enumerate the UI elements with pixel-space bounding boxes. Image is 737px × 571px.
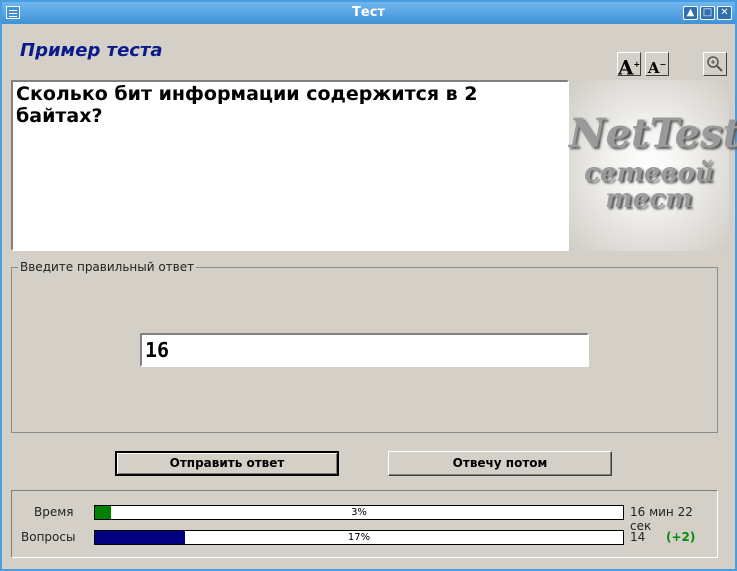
question-text: Сколько бит информации содержится в 2 ба… bbox=[16, 83, 478, 127]
font-increase-icon: A bbox=[618, 55, 634, 80]
time-label: Время bbox=[34, 505, 74, 519]
title-bar[interactable]: Тест ▲ □ ✕ bbox=[2, 2, 735, 24]
close-button[interactable]: ✕ bbox=[717, 6, 732, 20]
answer-legend: Введите правильный ответ bbox=[20, 260, 195, 274]
font-decrease-button[interactable]: A− bbox=[645, 52, 669, 77]
maximize-button[interactable]: ▲ bbox=[683, 6, 698, 20]
test-window: Тест ▲ □ ✕ Пример теста A+ A− Сколько би… bbox=[0, 0, 737, 571]
time-progress-bar: 3% bbox=[94, 505, 624, 520]
font-increase-button[interactable]: A+ bbox=[617, 52, 641, 79]
logo-text-line3: тест bbox=[605, 184, 693, 214]
time-remaining: 16 мин 22 сек bbox=[630, 505, 693, 533]
status-panel: Время 3% 16 мин 22 сек Вопросы 17% 14 (+… bbox=[11, 490, 718, 558]
logo-text-line1: NetTest bbox=[569, 110, 737, 157]
font-decrease-icon: A bbox=[647, 59, 660, 77]
zoom-button[interactable] bbox=[703, 52, 727, 76]
time-percent: 3% bbox=[351, 507, 367, 518]
questions-label: Вопросы bbox=[21, 530, 76, 544]
window-menu-icon[interactable] bbox=[6, 6, 20, 19]
question-text-area: Сколько бит информации содержится в 2 ба… bbox=[11, 80, 569, 251]
submit-answer-button[interactable]: Отправить ответ bbox=[115, 451, 339, 476]
test-title: Пример теста bbox=[20, 40, 163, 61]
window-title: Тест bbox=[352, 5, 385, 20]
questions-bonus: (+2) bbox=[666, 530, 696, 544]
questions-remaining: 14 bbox=[630, 530, 646, 544]
answer-input[interactable] bbox=[140, 333, 589, 367]
answer-later-button[interactable]: Отвечу потом bbox=[388, 451, 612, 476]
restore-button[interactable]: □ bbox=[700, 6, 715, 20]
questions-percent: 17% bbox=[347, 532, 371, 543]
nettest-logo: NetTest сетевой тест bbox=[569, 80, 737, 251]
questions-progress-bar: 17% bbox=[94, 530, 624, 545]
zoom-icon bbox=[707, 56, 723, 72]
